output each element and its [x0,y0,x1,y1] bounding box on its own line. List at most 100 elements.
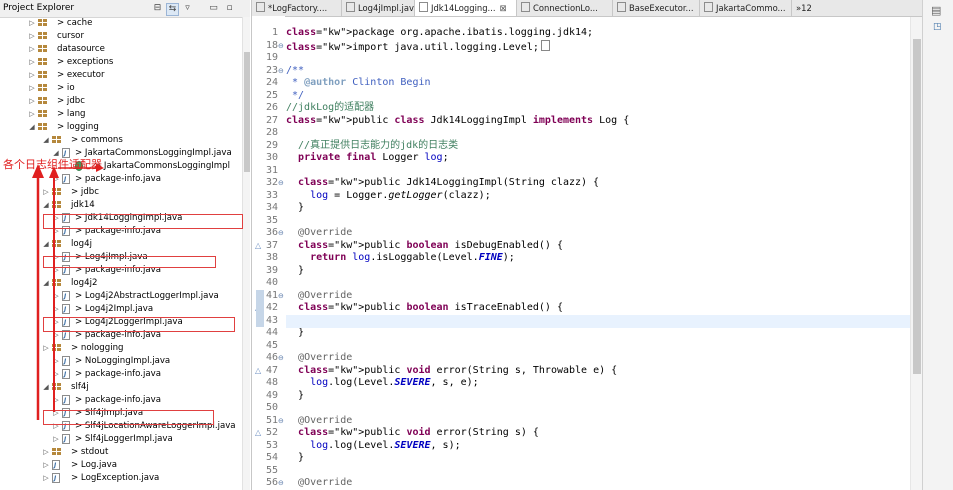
collapse-all-icon[interactable]: ⊟ [152,3,163,14]
tree-item[interactable]: ▷ > exceptions [0,56,240,69]
tree-item[interactable]: ▷ > cache [0,17,240,30]
code-line[interactable]: class="kw">public void error(String s, T… [286,365,617,378]
override-marker-icon[interactable]: △ [255,240,263,253]
code-line[interactable]: @Override [286,415,352,428]
task-list-icon[interactable]: ◳ [933,22,942,32]
override-marker-icon[interactable]: △ [255,427,263,440]
code-line[interactable]: //真正提供日志能力的jdk的日志类 [286,140,458,153]
collapsed-arrow-icon[interactable]: ▷ [28,95,36,108]
line-number: 48 [265,377,278,388]
collapsed-arrow-icon[interactable]: ▷ [28,30,36,43]
collapsed-arrow-icon[interactable]: ▷ [28,56,36,69]
project-explorer: Project Explorer ⊟ ⇆ ▿ ▭ ▫ ▷ > cache ▷ curs… [0,0,250,490]
tree-item[interactable]: ▷ J > Log.java [0,459,240,472]
tree-item[interactable]: ▷ cursor [0,30,240,43]
code-line[interactable]: } [286,390,304,403]
code-line[interactable]: class="kw">public Jdk14LoggingImpl(Strin… [286,177,599,190]
annotation-text: 各个日志组件适配器 [3,158,102,171]
change-ruler [256,289,264,327]
explorer-scrollbar-thumb[interactable] [244,52,250,172]
package-icon [38,45,47,53]
editor-tab[interactable]: BaseExecutor... [613,0,700,16]
editor-tab[interactable]: *LogFactory.... [252,0,342,16]
code-line[interactable]: log.log(Level.SEVERE, s); [286,440,461,453]
more-tabs-button[interactable]: »12 [792,0,822,16]
tree-item[interactable]: ▷ > executor [0,69,240,82]
tree-item[interactable]: ▷ > jdbc [0,95,240,108]
project-explorer-header: Project Explorer ⊟ ⇆ ▿ ▭ ▫ [0,0,250,18]
collapsed-arrow-icon[interactable]: ▷ [28,43,36,56]
code-line[interactable]: class="kw">package org.apache.ibatis.log… [286,27,593,40]
editor-tab[interactable]: JakartaCommo... [700,0,792,16]
tree-item[interactable]: ▷ J > LogException.java [0,472,240,485]
code-line[interactable]: log.log(Level.SEVERE, s, e); [286,377,479,390]
package-icon [38,58,47,66]
code-line[interactable]: return log.isLoggable(Level.FINE); [286,252,515,265]
package-icon [38,84,47,92]
code-line[interactable]: class="kw">public boolean isTraceEnabled… [286,302,563,315]
editor-tab[interactable]: Jdk14Logging... ⊠ [415,0,517,16]
fold-toggle-icon[interactable]: ⊖ [278,227,285,240]
explorer-scrollbar[interactable] [242,17,250,490]
code-line[interactable]: class="kw">public boolean isDebugEnabled… [286,240,563,253]
maximize-icon[interactable]: ▫ [224,3,235,14]
tree-item[interactable]: ◢ > commons [0,134,240,147]
fold-toggle-icon[interactable]: ⊖ [278,177,285,190]
code-line[interactable]: @Override [286,290,352,303]
collapsed-arrow-icon[interactable]: ▷ [42,459,50,472]
close-tab-icon[interactable]: ⊠ [500,3,507,13]
code-line[interactable]: } [286,265,304,278]
collapsed-arrow-icon[interactable]: ▷ [28,108,36,121]
code-line[interactable]: private final Logger log; [286,152,449,165]
code-line[interactable]: * @author Clinton Begin [286,77,431,90]
fold-toggle-icon[interactable]: ⊖ [278,352,285,365]
code-line[interactable]: @Override [286,352,352,365]
code-line[interactable]: */ [286,90,304,103]
tree-item[interactable]: ▷ > io [0,82,240,95]
editor-scrollbar-thumb[interactable] [913,39,921,374]
tree-item[interactable]: ▷ > stdout [0,446,240,459]
fold-toggle-icon[interactable]: ⊖ [278,415,285,428]
expanded-arrow-icon[interactable]: ◢ [42,134,50,147]
collapsed-arrow-icon[interactable]: ▷ [28,69,36,82]
code-line[interactable]: @Override [286,227,352,240]
fold-toggle-icon[interactable]: ⊖ [278,40,285,53]
tree-item-label: > logging [57,122,99,132]
code-line[interactable]: } [286,327,304,340]
minimize-icon[interactable]: ▭ [208,3,219,14]
fold-toggle-icon[interactable]: ⊖ [278,65,285,78]
expanded-arrow-icon[interactable]: ◢ [28,121,36,134]
tree-item[interactable]: ◢ > logging [0,121,240,134]
line-number: 36 [265,227,278,238]
link-with-editor-icon[interactable]: ⇆ [166,3,179,16]
fold-toggle-icon[interactable]: ⊖ [278,477,285,490]
tree-item[interactable]: ▷ J > Slf4jLoggerImpl.java [0,433,240,446]
view-menu-icon[interactable]: ▿ [182,3,193,14]
folded-import-icon[interactable] [540,39,550,51]
override-marker-icon[interactable]: △ [255,365,263,378]
editor-tab[interactable]: Log4jImpl.java [342,0,415,16]
tree-item[interactable]: ▷ datasource [0,43,240,56]
code-line[interactable]: @Override [286,477,352,490]
code-line[interactable]: class="kw">import java.util.logging.Leve… [286,39,550,55]
outline-icon[interactable]: ▤ [931,4,941,17]
collapsed-arrow-icon[interactable]: ▷ [42,446,50,459]
collapsed-arrow-icon[interactable]: ▷ [42,472,50,485]
fold-toggle-icon[interactable]: ⊖ [278,290,285,303]
line-number: 35 [265,214,278,226]
code-line[interactable]: //jdkLog的适配器 [286,102,374,115]
editor-tab[interactable]: ConnectionLo... [517,0,613,16]
collapsed-arrow-icon[interactable]: ▷ [28,82,36,95]
code-line[interactable]: class="kw">public void error(String s) { [286,427,539,440]
code-line[interactable]: /** [286,65,304,78]
code-line[interactable]: } [286,452,304,465]
collapsed-arrow-icon[interactable]: ▷ [52,433,60,446]
tree-item-label: cursor [57,31,84,41]
code-line[interactable]: } [286,202,304,215]
tree-item[interactable]: ▷ > lang [0,108,240,121]
tree-item-label: > LogException.java [71,473,160,483]
collapsed-arrow-icon[interactable]: ▷ [28,17,36,30]
code-line[interactable]: log = Logger.getLogger(clazz); [286,190,491,203]
code-editor[interactable]: *LogFactory.... Log4jImpl.java Jdk14Loggin… [251,0,923,490]
code-line[interactable]: class="kw">public class Jdk14LoggingImpl… [286,115,629,128]
